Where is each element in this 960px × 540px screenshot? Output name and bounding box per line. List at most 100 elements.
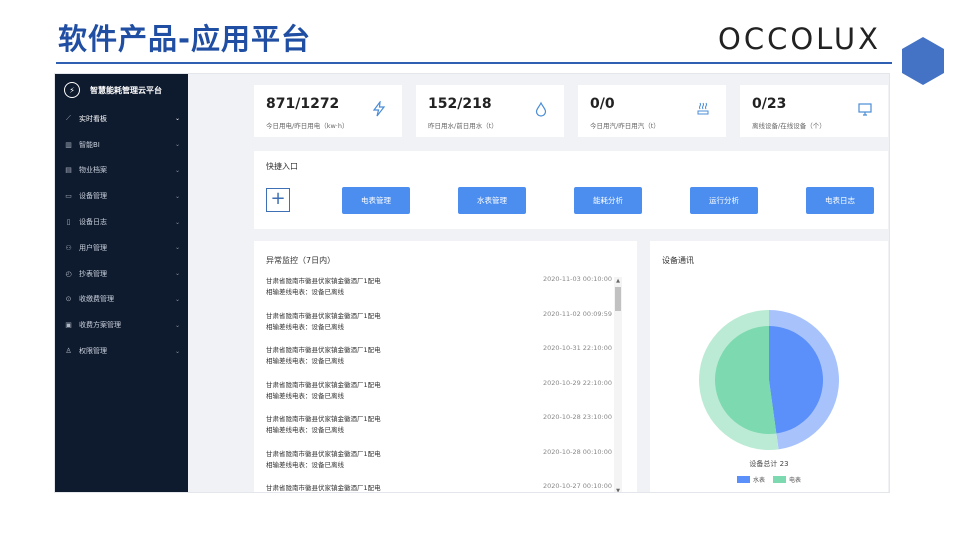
- document-icon: ▤: [65, 166, 72, 175]
- stat-value: 0/0: [590, 96, 615, 112]
- scroll-up-arrow-icon[interactable]: ▲: [614, 277, 622, 285]
- sidebar-item-label: 收费方案管理: [79, 321, 121, 330]
- alert-monitor-panel: 异常监控（7日内） 甘肃省陇南市徽县伏家镇金徽酒厂1配电 相输差线电表：设备已离线…: [254, 241, 637, 492]
- add-shortcut-button[interactable]: +: [266, 188, 290, 212]
- slide-title: 软件产品-应用平台: [58, 22, 312, 56]
- sidebar-item[interactable]: ▤ 物业档案 ⌄: [55, 158, 188, 184]
- alert-row[interactable]: 甘肃省陇南市徽县伏家镇金徽酒厂1配电 相输差线电表：设备已离线 2020-10-28…: [266, 413, 612, 443]
- sidebar-item[interactable]: ⊙ 收缴费管理 ⌄: [55, 287, 188, 313]
- device-total-label: 设备总计 23: [749, 460, 789, 468]
- alert-location: 甘肃省陇南市徽县伏家镇金徽酒厂1配电: [266, 277, 381, 285]
- sidebar-item-label: 抄表管理: [79, 269, 107, 278]
- app-window: ⚡ 智慧能耗管理云平台 ⟋ 实时看板 ⌄ ▥ 智能BI ⌄ ▤ 物业档案 ⌄ ▭ 设备管理 ⌄ ▯ 设备日…: [54, 73, 890, 493]
- alert-message: 相输差线电表：设备已离线: [266, 460, 344, 469]
- sidebar-item[interactable]: ▯ 设备日志 ⌄: [55, 209, 188, 235]
- sidebar-item[interactable]: ◴ 抄表管理 ⌄: [55, 261, 188, 287]
- alert-monitor-title: 异常监控（7日内）: [266, 256, 336, 265]
- stat-card-devices: 0/23 离线设备/在线设备（个）: [740, 85, 888, 137]
- alert-location: 甘肃省陇南市徽县伏家镇金徽酒厂1配电: [266, 484, 381, 492]
- legend-swatch: [736, 476, 750, 483]
- sidebar-item-label: 物业档案: [79, 166, 107, 175]
- stat-label: 离线设备/在线设备（个）: [752, 122, 826, 130]
- alert-row[interactable]: 甘肃省陇南市徽县伏家镇金徽酒厂1配电 相输差线电表：设备已离线 2020-11-02…: [266, 310, 612, 340]
- sidebar-item[interactable]: ♙ 权限管理 ⌄: [55, 338, 188, 364]
- alert-message: 相输差线电表：设备已离线: [266, 391, 344, 400]
- slide: 软件产品-应用平台 OCCOLUX ⚡ 智慧能耗管理云平台 ⟋ 实时看板 ⌄ ▥ 智能B…: [0, 0, 960, 540]
- monitor-icon: [856, 101, 874, 119]
- title-divider: [56, 62, 892, 64]
- scroll-thumb[interactable]: [615, 287, 621, 311]
- alert-time: 2020-10-29 22:10:00: [542, 378, 612, 387]
- shortcut-button-water-meter[interactable]: 水表管理: [458, 187, 526, 214]
- brand-logo: OCCOLUX: [718, 22, 881, 56]
- alert-row[interactable]: 甘肃省陇南市徽县伏家镇金徽酒厂1配电 相输差线电表：设备已离线 2020-11-03…: [266, 275, 612, 305]
- alert-row[interactable]: 甘肃省陇南市徽县伏家镇金徽酒厂1配电 相输差线电表：设备已离线 2020-10-31…: [266, 344, 612, 374]
- shortcut-button-energy-analysis[interactable]: 能耗分析: [574, 187, 642, 214]
- alert-location: 甘肃省陇南市徽县伏家镇金徽酒厂1配电: [266, 311, 381, 320]
- stat-card-water: 152/218 昨日用水/前日用水（t）: [416, 85, 564, 137]
- steam-icon: [694, 101, 712, 119]
- alert-time: 2020-10-28 00:10:00: [542, 447, 612, 456]
- sidebar-item-label: 设备日志: [79, 218, 107, 227]
- payment-icon: ⊙: [65, 295, 72, 304]
- legend-label: 电表: [789, 477, 802, 484]
- chevron-down-icon: ⌄: [174, 115, 180, 123]
- device-pie-chart: [699, 310, 840, 450]
- sidebar-brand-label: 智慧能耗管理云平台: [90, 85, 162, 95]
- sidebar-item[interactable]: ▣ 收费方案管理 ⌄: [55, 312, 188, 338]
- file-icon: ▯: [66, 218, 71, 227]
- sidebar-item-label: 收缴费管理: [79, 295, 114, 304]
- stat-value: 152/218: [428, 96, 492, 112]
- quick-access-title: 快捷入口: [266, 162, 298, 171]
- chevron-down-icon: ⌄: [174, 347, 180, 355]
- stat-card-electricity: 871/1272 今日用电/昨日用电（kw·h）: [254, 85, 402, 137]
- chevron-down-icon: ⌄: [174, 244, 180, 252]
- users-icon: ⚇: [65, 243, 72, 252]
- sidebar-item[interactable]: ▭ 设备管理 ⌄: [55, 183, 188, 209]
- shortcut-button-meter-log[interactable]: 电表日志: [806, 187, 874, 214]
- sidebar: ⚡ 智慧能耗管理云平台 ⟋ 实时看板 ⌄ ▥ 智能BI ⌄ ▤ 物业档案 ⌄ ▭ 设备管理 ⌄ ▯ 设备日…: [55, 74, 188, 492]
- chevron-down-icon: ⌄: [174, 218, 180, 226]
- bar-chart-icon: ▥: [65, 140, 72, 149]
- stat-label: 今日用汽/昨日用汽（t）: [590, 122, 660, 130]
- stat-value: 871/1272: [266, 96, 340, 112]
- sidebar-item-label: 用户管理: [79, 243, 107, 252]
- alert-time: 2020-10-31 22:10:00: [542, 344, 612, 352]
- legend-item-water[interactable]: 水表: [736, 475, 765, 484]
- permission-icon: ♙: [65, 347, 72, 356]
- plan-icon: ▣: [65, 321, 72, 330]
- scroll-down-arrow-icon[interactable]: ▼: [614, 487, 622, 492]
- alert-message: 相输差线电表：设备已离线: [266, 357, 344, 365]
- chart-icon: ⟋: [66, 114, 71, 123]
- stat-label: 今日用电/昨日用电（kw·h）: [266, 122, 349, 130]
- alert-row[interactable]: 甘肃省陇南市徽县伏家镇金徽酒厂1配电 2020-10-27 00:10:00: [266, 482, 612, 492]
- sidebar-item[interactable]: ▥ 智能BI ⌄: [55, 132, 188, 158]
- device-comm-panel: 设备通讯 设备总计 23 水表 电表: [650, 241, 888, 492]
- sidebar-item-label: 权限管理: [79, 347, 107, 356]
- sidebar-brand[interactable]: ⚡ 智慧能耗管理云平台: [55, 74, 188, 106]
- lightning-icon: [370, 99, 388, 119]
- monitor-icon: ▭: [65, 192, 72, 201]
- alert-message: 相输差线电表：设备已离线: [266, 288, 344, 296]
- chart-legend: 水表 电表: [650, 475, 888, 484]
- alert-location: 甘肃省陇南市徽县伏家镇金徽酒厂1配电: [266, 346, 381, 354]
- legend-swatch: [773, 476, 786, 483]
- sidebar-item[interactable]: ⚇ 用户管理 ⌄: [55, 235, 188, 261]
- alert-row[interactable]: 甘肃省陇南市徽县伏家镇金徽酒厂1配电 相输差线电表：设备已离线 2020-10-28…: [266, 448, 612, 478]
- chevron-down-icon: ⌄: [174, 270, 180, 278]
- chevron-down-icon: ⌄: [174, 166, 180, 174]
- hexagon-decoration: [902, 37, 944, 85]
- sidebar-item[interactable]: ⟋ 实时看板 ⌄: [55, 106, 188, 132]
- water-drop-icon: [532, 101, 550, 119]
- alert-row[interactable]: 甘肃省陇南市徽县伏家镇金徽酒厂1配电 相输差线电表：设备已离线 2020-10-29…: [266, 379, 612, 409]
- quick-access-panel: 快捷入口 + 电表管理 水表管理 能耗分析 运行分析 电表日志: [254, 151, 888, 229]
- meter-icon: ◴: [65, 269, 72, 278]
- alert-location: 甘肃省陇南市徽县伏家镇金徽酒厂1配电: [266, 449, 381, 458]
- alert-time: 2020-10-27 00:10:00: [542, 482, 612, 490]
- shortcut-button-electric-meter[interactable]: 电表管理: [342, 187, 410, 214]
- legend-item-electric[interactable]: 电表: [773, 475, 801, 484]
- chevron-down-icon: ⌄: [174, 141, 180, 149]
- alert-scrollbar[interactable]: ▲ ▼: [614, 277, 622, 492]
- chevron-down-icon: ⌄: [174, 192, 180, 200]
- shortcut-button-run-analysis[interactable]: 运行分析: [690, 187, 758, 214]
